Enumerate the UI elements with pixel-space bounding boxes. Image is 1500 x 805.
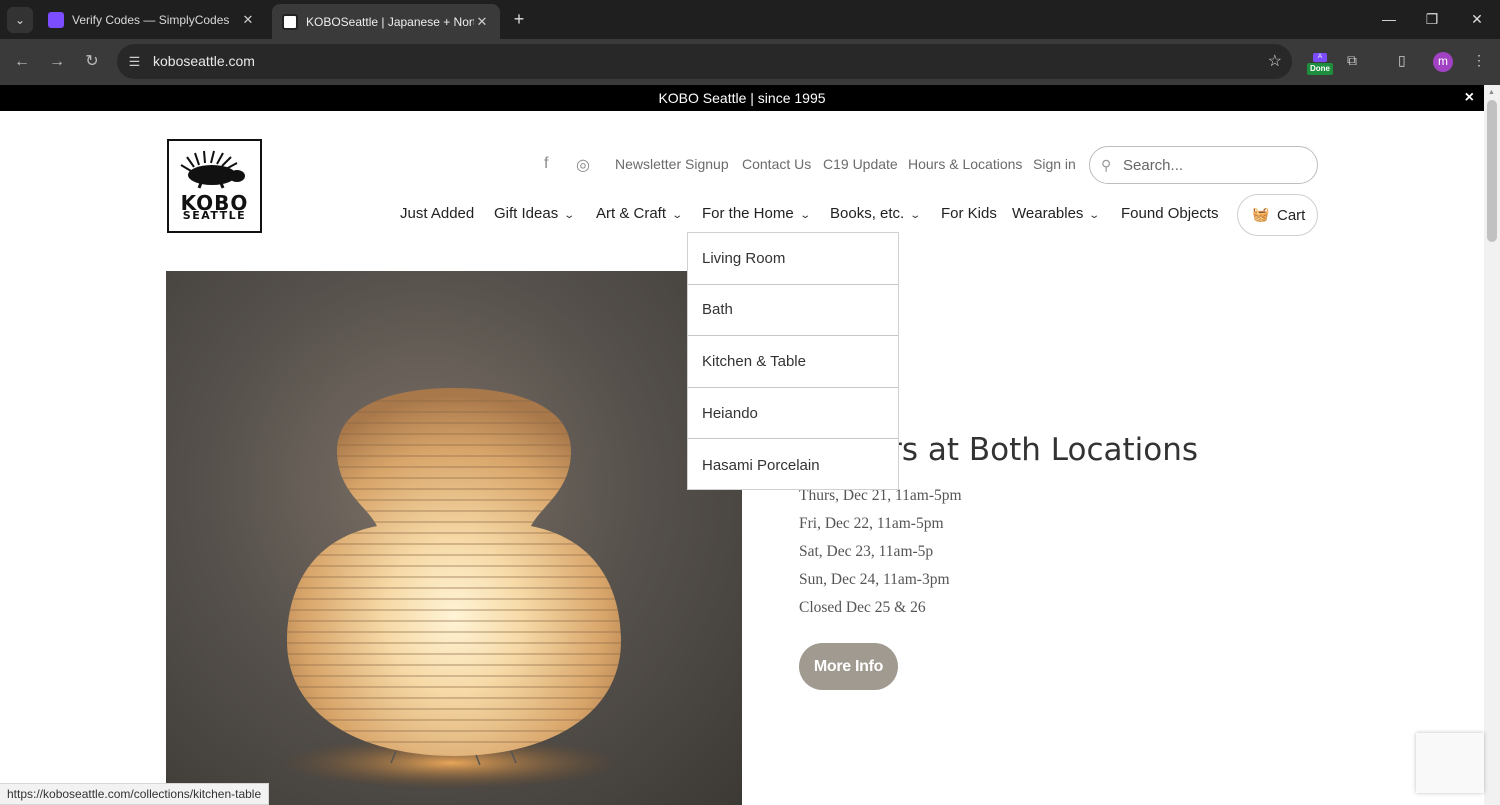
newsletter-signup-link[interactable]: Newsletter Signup: [615, 156, 729, 176]
logo-text-seattle: SEATTLE: [182, 209, 247, 222]
forward-icon[interactable]: →: [45, 50, 69, 74]
search-icon: ⚲: [1101, 157, 1112, 173]
nav-label: Wearables: [1012, 205, 1084, 222]
nav-label: Gift Ideas: [494, 205, 559, 222]
tab-close-icon[interactable]: ✕: [240, 12, 256, 28]
porcupine-logo-icon: [180, 150, 245, 189]
dropdown-item-kitchen-table[interactable]: Kitchen & Table: [688, 336, 898, 388]
nav-label: Books, etc.: [830, 205, 905, 222]
contact-us-link[interactable]: Contact Us: [742, 156, 811, 176]
nav-label: For Kids: [941, 205, 997, 222]
instagram-icon[interactable]: ◎: [576, 155, 590, 175]
hours-line: Sat, Dec 23, 11am-5p: [799, 543, 934, 560]
nav-just-added[interactable]: Just Added: [400, 205, 474, 225]
tab-kobo[interactable]: KOBOSeattle | Japanese + North ✕: [272, 4, 500, 39]
profile-avatar[interactable]: m: [1433, 52, 1453, 72]
extension-badge-icon[interactable]: A Done: [1307, 53, 1333, 75]
dropdown-item-hasami-porcelain[interactable]: Hasami Porcelain: [688, 439, 898, 491]
cart-button[interactable]: 🧺 Cart: [1237, 194, 1318, 236]
hours-line: Fri, Dec 22, 11am-5pm: [799, 515, 944, 532]
dropdown-item-heiando[interactable]: Heiando: [688, 388, 898, 440]
browser-tab-bar: ⌄ Verify Codes — SimplyCodes ✕ KOBOSeatt…: [0, 0, 1500, 39]
search-input[interactable]: [1123, 155, 1303, 175]
hours-locations-link[interactable]: Hours & Locations: [908, 156, 1022, 176]
for-the-home-dropdown: Living Room Bath Kitchen & Table Heiando…: [687, 232, 899, 490]
extension-badge-top: A: [1313, 53, 1327, 62]
chevron-down-icon: ⌄: [563, 210, 576, 221]
c19-update-link[interactable]: C19 Update: [823, 156, 898, 176]
more-info-button[interactable]: More Info: [799, 643, 898, 690]
announcement-bar: KOBO Seattle | since 1995 ×: [0, 85, 1484, 111]
tab-title: KOBOSeattle | Japanese + North: [306, 14, 474, 29]
chevron-down-icon: ⌄: [1088, 210, 1101, 221]
nav-books-etc[interactable]: Books, etc. ⌄: [830, 205, 922, 225]
nav-found-objects[interactable]: Found Objects: [1121, 205, 1219, 225]
minimize-icon[interactable]: —: [1377, 8, 1401, 30]
nav-label: Found Objects: [1121, 205, 1219, 222]
nav-for-kids[interactable]: For Kids: [941, 205, 997, 225]
hero-lantern-image[interactable]: [166, 271, 742, 805]
nav-label: Art & Craft: [596, 205, 667, 222]
site-settings-icon[interactable]: ☰: [125, 52, 144, 71]
extension-badge-label: Done: [1307, 63, 1333, 75]
chevron-down-icon: ⌄: [671, 210, 684, 221]
sign-in-link[interactable]: Sign in: [1033, 156, 1076, 176]
tab-close-icon[interactable]: ✕: [474, 14, 490, 30]
status-bar-url: https://koboseattle.com/collections/kitc…: [0, 783, 270, 805]
paper-lantern-illustration: [281, 388, 621, 789]
kobo-favicon-icon: [282, 13, 298, 30]
nav-gift-ideas[interactable]: Gift Ideas ⌄: [494, 205, 576, 225]
nav-art-craft[interactable]: Art & Craft ⌄: [596, 205, 684, 225]
dropdown-item-bath[interactable]: Bath: [688, 285, 898, 337]
facebook-icon[interactable]: f: [544, 155, 548, 173]
tab-search-button[interactable]: ⌄: [7, 7, 33, 33]
address-bar[interactable]: ☰ koboseattle.com ☆: [117, 44, 1292, 79]
menu-kebab-icon[interactable]: ⋮: [1472, 52, 1486, 74]
chevron-down-icon: ⌄: [909, 210, 922, 221]
scrollbar-thumb[interactable]: [1487, 100, 1497, 242]
window-close-icon[interactable]: ✕: [1465, 8, 1489, 30]
extensions-icon[interactable]: ⧉: [1347, 52, 1357, 74]
search-box[interactable]: ⚲: [1089, 146, 1318, 184]
recaptcha-badge[interactable]: [1416, 733, 1484, 793]
dropdown-item-living-room[interactable]: Living Room: [688, 233, 898, 285]
url-text[interactable]: koboseattle.com: [153, 53, 255, 69]
page-scrollbar[interactable]: ▲: [1484, 85, 1500, 805]
side-panel-icon[interactable]: ▯: [1398, 52, 1406, 74]
restore-icon[interactable]: ❐: [1420, 8, 1444, 30]
basket-icon: 🧺: [1252, 206, 1270, 222]
nav-for-the-home[interactable]: For the Home ⌄: [702, 205, 811, 225]
back-icon[interactable]: ←: [10, 50, 34, 74]
scroll-up-icon[interactable]: ▲: [1488, 89, 1495, 96]
browser-toolbar: ← → ↻ ☰ koboseattle.com ☆ ⧉ ▯ ⋮: [0, 39, 1500, 85]
hours-line: Closed Dec 25 & 26: [799, 599, 926, 616]
cart-label: Cart: [1277, 207, 1306, 224]
nav-label: For the Home: [702, 205, 794, 222]
chevron-down-icon: ⌄: [799, 210, 811, 221]
nav-wearables[interactable]: Wearables ⌄: [1012, 205, 1101, 225]
new-tab-icon[interactable]: +: [508, 8, 530, 30]
hours-line: Sun, Dec 24, 11am-3pm: [799, 571, 950, 588]
nav-label: Just Added: [400, 205, 475, 222]
reload-icon[interactable]: ↻: [80, 50, 104, 74]
tab-title: Verify Codes — SimplyCodes: [72, 13, 230, 27]
tab-simplycodes[interactable]: Verify Codes — SimplyCodes ✕: [38, 5, 266, 35]
site-logo[interactable]: KOBO SEATTLE: [167, 139, 262, 233]
simplycodes-favicon-icon: [48, 12, 64, 28]
announcement-text: KOBO Seattle | since 1995: [658, 90, 826, 106]
bookmark-star-icon[interactable]: ☆: [1268, 51, 1282, 71]
announcement-close-icon[interactable]: ×: [1465, 85, 1474, 111]
